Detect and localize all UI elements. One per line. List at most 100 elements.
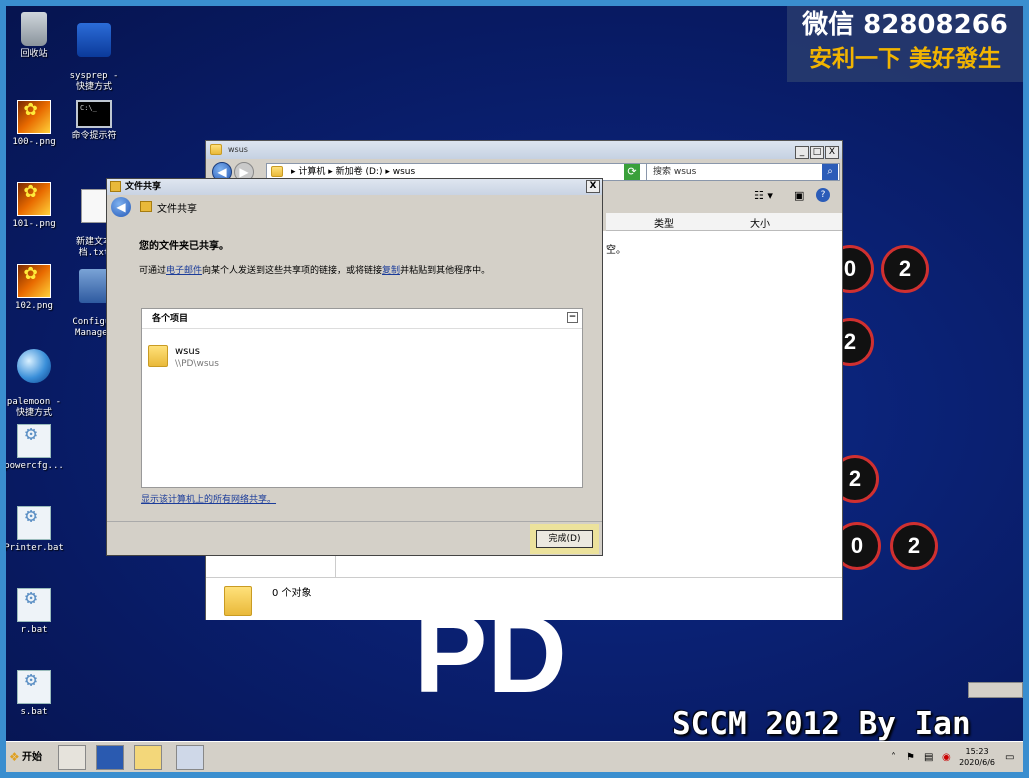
folder-icon: [271, 166, 283, 177]
video-caption: SCCM 2012 By Ian: [672, 706, 971, 742]
desktop-icon-label: 101-.png: [12, 219, 56, 229]
maximize-button[interactable]: □: [810, 146, 824, 159]
search-input[interactable]: 搜索 wsus ⌕: [646, 163, 840, 181]
desktop-icon-label: 102.png: [15, 301, 53, 311]
desktop-icon-s-bat[interactable]: s.bat: [2, 670, 66, 718]
batch-file-icon: [17, 588, 51, 622]
taskbar: 开始 ˄ ⚑ ▤ ◉ 15:23 2020/6/6 ▭: [6, 741, 1023, 772]
wallpaper-badge: 2: [881, 245, 929, 293]
preview-pane-icon[interactable]: ▣: [794, 189, 804, 202]
collapse-icon[interactable]: −: [567, 312, 578, 323]
png-image-icon: [17, 264, 51, 298]
copy-link[interactable]: 复制: [382, 266, 400, 276]
dialog-title: 文件共享: [125, 182, 162, 192]
chevron-up-icon[interactable]: ˄: [891, 752, 903, 764]
folder-icon: [210, 144, 222, 155]
folder-icon: [224, 586, 252, 616]
config-manager-icon: [79, 269, 109, 303]
command-prompt-icon: [76, 100, 112, 128]
dialog-header-title: 文件共享: [157, 204, 197, 215]
search-placeholder: 搜索 wsus: [653, 167, 697, 177]
email-link[interactable]: 电子邮件: [166, 266, 202, 276]
sharing-icon: [140, 201, 152, 212]
network-shortcut-icon: [77, 23, 111, 57]
views-icon[interactable]: ☷ ▾: [754, 189, 773, 202]
email-suffix: 并粘贴到其他程序中。: [400, 266, 491, 276]
dialog-header: ◀ 文件共享: [107, 195, 602, 219]
system-clock[interactable]: 15:23 2020/6/6: [959, 746, 995, 768]
sharing-icon: [110, 181, 121, 192]
batch-file-icon: [17, 670, 51, 704]
desktop-icon-label: Printer.bat: [4, 543, 64, 553]
network-icon[interactable]: ▤: [924, 752, 936, 764]
desktop-icon-label: 100-.png: [12, 137, 56, 147]
help-icon[interactable]: ?: [816, 188, 830, 202]
email-instructions: 可通过电子邮件向某个人发送到这些共享项的链接，或将链接复制并粘贴到其他程序中。: [139, 263, 490, 276]
wallpaper-badge: 2: [890, 522, 938, 570]
object-count: 0 个对象: [272, 588, 312, 599]
clock-date: 2020/6/6: [959, 758, 995, 767]
desktop-icon-102png[interactable]: 102.png: [2, 264, 66, 312]
start-button[interactable]: 开始: [8, 746, 48, 769]
column-header-size[interactable]: 大小: [750, 215, 770, 230]
desktop-icon-label: sysprep - 快捷方式: [69, 71, 119, 92]
desktop-icon-powercfg[interactable]: powercfg...: [2, 424, 66, 472]
refresh-icon[interactable]: ⟳: [624, 164, 640, 180]
address-path: ▸ 计算机 ▸ 新加卷 (D:) ▸ wsus: [291, 167, 416, 177]
explorer-titlebar[interactable]: wsus _ □ X: [206, 141, 842, 159]
desktop-icon-100png[interactable]: 100-.png: [2, 100, 66, 148]
desktop-icon-label: 回收站: [20, 49, 48, 59]
divider: [107, 521, 602, 522]
config-manager-taskbar-icon[interactable]: [176, 745, 204, 770]
details-pane: 0 个对象: [206, 577, 842, 620]
desktop-icon-palemoon[interactable]: palemoon - 快捷方式: [2, 338, 66, 419]
text-document-icon: [81, 189, 107, 223]
close-button[interactable]: X: [586, 180, 600, 193]
watermark-line1: 微信 82808266: [802, 10, 1008, 40]
column-headers: 类型 大小: [606, 213, 842, 231]
desktop-icon-recycle-bin[interactable]: 回收站: [2, 12, 66, 60]
desktop-icon-printer-bat[interactable]: Printer.bat: [2, 506, 66, 554]
png-image-icon: [17, 182, 51, 216]
dialog-titlebar[interactable]: 文件共享 X: [107, 179, 602, 195]
palemoon-icon: [17, 349, 51, 383]
minimize-button[interactable]: _: [795, 146, 809, 159]
floating-toolbar[interactable]: [968, 682, 1023, 698]
desktop-icon-101png[interactable]: 101-.png: [2, 182, 66, 230]
watermark-line2: 安利一下 美好發生: [808, 46, 1001, 72]
show-all-shares-link[interactable]: 显示该计算机上的所有网络共享。: [141, 492, 276, 505]
batch-file-icon: [17, 424, 51, 458]
server-manager-icon[interactable]: [58, 745, 86, 770]
volume-icon[interactable]: ◉: [942, 752, 954, 764]
dialog-body: 您的文件夹已共享。 可通过电子邮件向某个人发送到这些共享项的链接，或将链接复制并…: [108, 220, 601, 520]
shared-items-header: 各个项目 −: [142, 309, 582, 329]
desktop-icon-label: r.bat: [20, 625, 48, 635]
file-sharing-dialog: 文件共享 X ◀ 文件共享 您的文件夹已共享。 可通过电子邮件向某个人发送到这些…: [106, 178, 603, 556]
close-button[interactable]: X: [825, 146, 839, 159]
desktop-icon-sysprep[interactable]: sysprep - 快捷方式: [62, 12, 126, 93]
shared-message: 您的文件夹已共享。: [139, 241, 229, 252]
clock-time: 15:23: [965, 747, 989, 756]
watermark-panel: 微信 82808266 安利一下 美好發生: [787, 6, 1023, 82]
batch-file-icon: [17, 506, 51, 540]
folder-icon: [148, 345, 168, 367]
shared-item-name[interactable]: wsus: [175, 346, 200, 357]
done-button[interactable]: 完成(D): [536, 530, 593, 548]
empty-folder-text: 空。: [606, 245, 626, 256]
desktop-icon-r-bat[interactable]: r.bat: [2, 588, 66, 636]
desktop-icon-cmd[interactable]: 命令提示符: [62, 100, 126, 142]
column-header-type[interactable]: 类型: [654, 215, 674, 230]
desktop-icon-label: s.bat: [20, 707, 48, 717]
flag-icon[interactable]: ⚑: [906, 752, 918, 764]
shared-items-header-label: 各个项目: [152, 314, 189, 324]
back-arrow-icon[interactable]: ◀: [111, 197, 131, 217]
explorer-title: wsus: [228, 145, 248, 154]
explorer-taskbar-icon[interactable]: [134, 745, 162, 770]
show-desktop-icon[interactable]: ▭: [1005, 752, 1019, 764]
desktop-icon-label: 命令提示符: [71, 131, 117, 141]
powershell-icon[interactable]: [96, 745, 124, 770]
recycle-bin-icon: [21, 12, 47, 46]
desktop-icon-label: palemoon - 快捷方式: [6, 397, 62, 418]
search-icon[interactable]: ⌕: [822, 164, 838, 180]
shared-item-path: \\PD\wsus: [175, 359, 219, 369]
